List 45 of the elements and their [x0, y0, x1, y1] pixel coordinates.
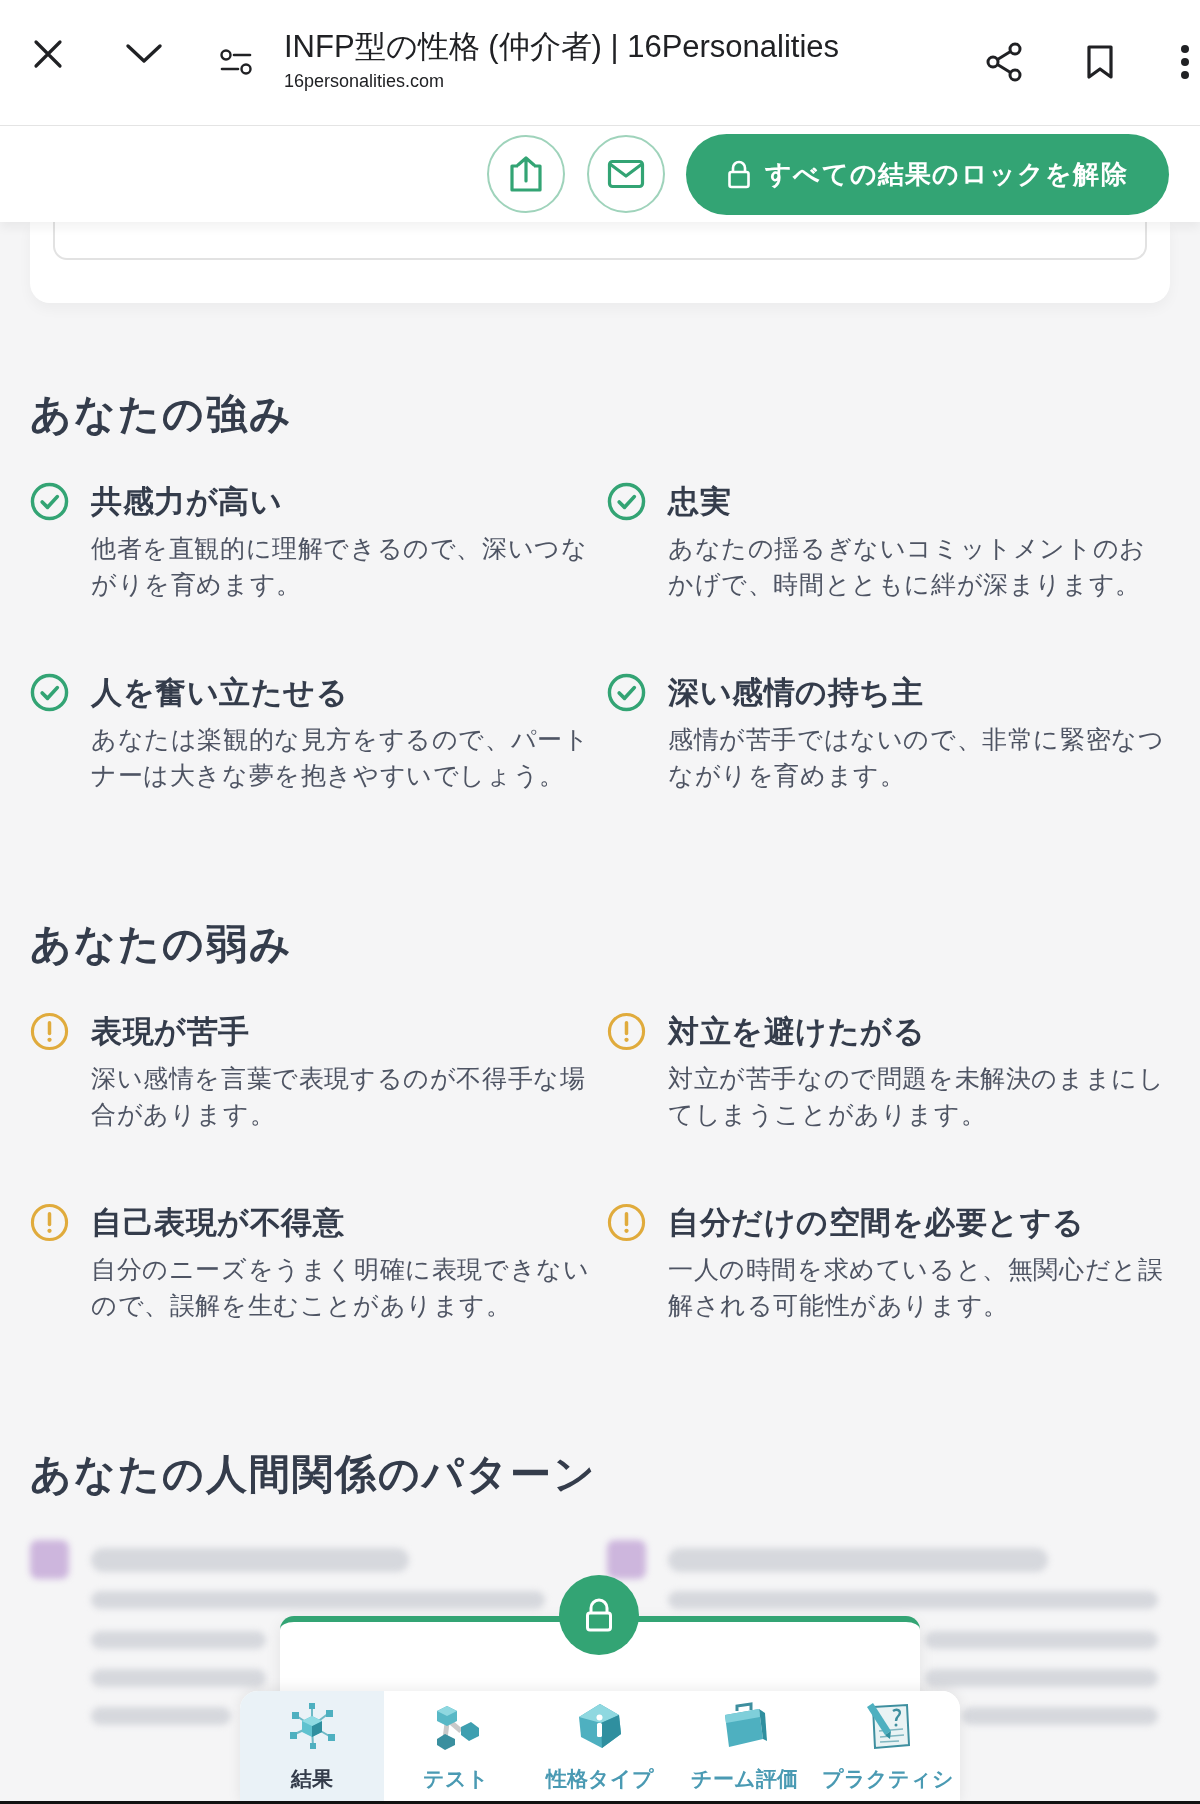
section-heading: あなたの人間関係のパターン	[30, 1450, 598, 1499]
nav-tab[interactable]: 結果	[240, 1691, 384, 1804]
item-title: 忠実	[668, 483, 732, 521]
section-heading: あなたの弱み	[30, 920, 294, 969]
item-title: 表現が苦手	[91, 1013, 251, 1051]
item-title: 自分だけの空間を必要とする	[668, 1204, 1086, 1242]
section-heading: あなたの強み	[30, 390, 294, 439]
check-circle-icon	[30, 673, 69, 712]
sliders-icon	[219, 49, 253, 75]
close-icon	[33, 39, 63, 69]
item-title: 人を奮い立たせる	[91, 674, 349, 712]
blurred-square-icon	[30, 1540, 69, 1579]
item-description: 一人の時間を求めていると、無関心だと誤解される可能性があります。	[668, 1254, 1165, 1321]
exclamation-circle-icon	[30, 1203, 69, 1242]
item-title: 対立を避けたがる	[668, 1013, 926, 1051]
upload-icon	[508, 155, 544, 193]
network-cube-icon	[287, 1701, 337, 1751]
exclamation-circle-icon	[607, 1012, 646, 1051]
item-description: 感情が苦手ではないので、非常に緊密なつながりを育めます。	[668, 724, 1166, 791]
nav-tab[interactable]: プラクティシ	[816, 1691, 960, 1804]
check-circle-icon	[30, 482, 69, 521]
item-description: 他者を直観的に理解できるので、深いつながりを育めます。	[91, 533, 589, 600]
item-description: 自分のニーズをうまく明確に表現できないので、誤解を生むことがあります。	[91, 1254, 591, 1321]
page-url: 16personalities.com	[284, 70, 446, 92]
blurred-square-icon	[607, 1540, 646, 1579]
check-circle-icon	[607, 673, 646, 712]
check-circle-icon	[607, 482, 646, 521]
exclamation-circle-icon	[607, 1203, 646, 1242]
bookmark-icon	[1086, 44, 1114, 80]
unlock-all-button[interactable]: すべての結果のロックを解除	[686, 133, 1169, 215]
item-description: 対立が苦手なので問題を未解決のままにしてしまうことがあります。	[668, 1063, 1166, 1130]
item-description: あなたは楽観的な見方をするので、パートナーは大きな夢を抱きやすいでしょう。	[91, 724, 591, 791]
item-description: あなたの揺るぎないコミットメントのおかげで、時間とともに絆が深まります。	[668, 533, 1147, 600]
share-icon	[984, 41, 1024, 83]
chevron-down-icon	[125, 43, 163, 65]
exclamation-circle-icon	[30, 1012, 69, 1051]
site-settings-button[interactable]	[219, 48, 253, 76]
item-title: 自己表現が不得意	[91, 1204, 345, 1242]
item-description: 深い感情を言葉で表現するのが不得手な場合があります。	[91, 1063, 587, 1130]
more-icon	[1180, 44, 1190, 80]
item-title: 深い感情の持ち主	[668, 674, 924, 712]
item-title: 共感力が高い	[91, 483, 283, 521]
page-title: INFP型の性格 (仲介者) | 16Personalities	[284, 28, 841, 66]
lock-icon	[727, 159, 752, 189]
mail-icon	[607, 159, 645, 189]
